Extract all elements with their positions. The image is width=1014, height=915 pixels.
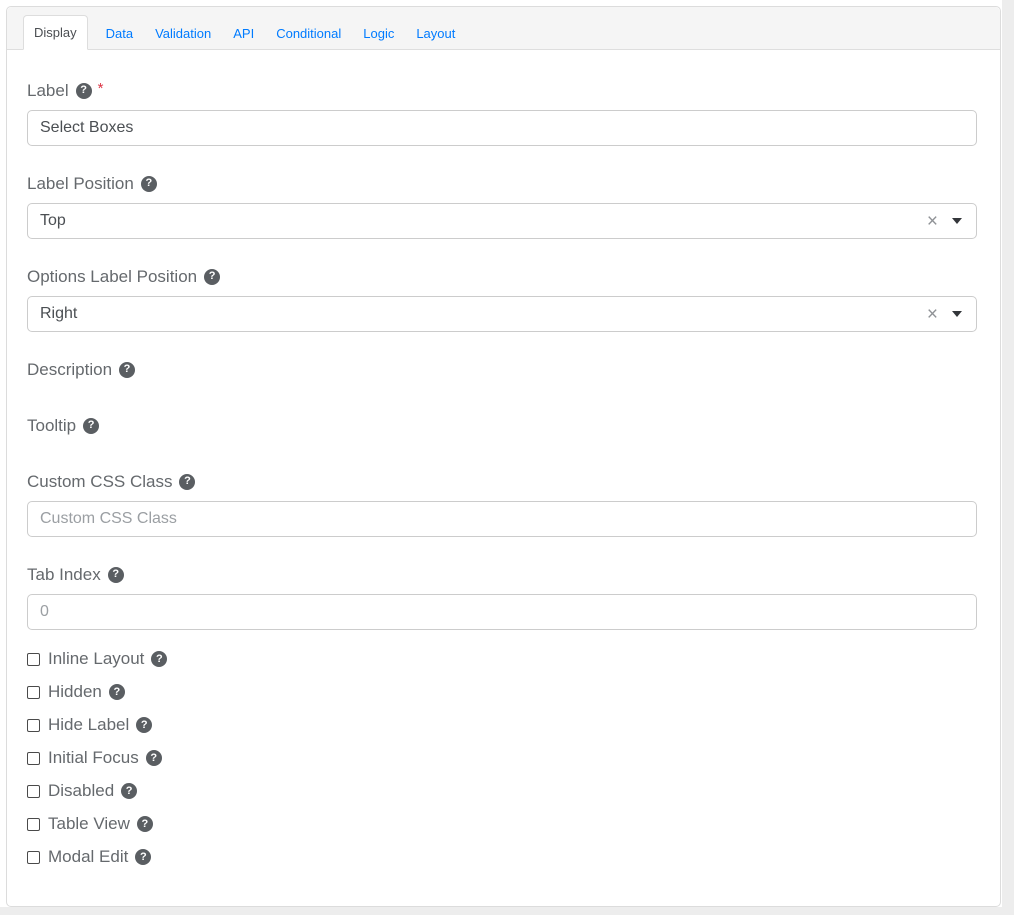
tab-index-label: Tab Index ? bbox=[27, 565, 977, 584]
help-icon[interactable]: ? bbox=[146, 750, 162, 766]
label-position-selected-value: Top bbox=[40, 212, 927, 230]
tab-conditional[interactable]: Conditional bbox=[265, 17, 352, 50]
clear-selection-icon[interactable]: × bbox=[927, 305, 938, 324]
tab-display[interactable]: Display bbox=[23, 15, 88, 50]
options-label-position-label-text: Options Label Position bbox=[27, 267, 197, 286]
options-label-position-selected-value: Right bbox=[40, 305, 927, 323]
disabled-label: Disabled ? bbox=[48, 781, 137, 801]
description-label: Description ? bbox=[27, 360, 977, 379]
tab-logic-label[interactable]: Logic bbox=[352, 17, 405, 50]
tooltip-label: Tooltip ? bbox=[27, 416, 977, 435]
tab-layout[interactable]: Layout bbox=[405, 17, 466, 50]
initial-focus-label-text: Initial Focus bbox=[48, 748, 139, 768]
table-view-label-text: Table View bbox=[48, 814, 130, 834]
checkbox-row-disabled: Disabled ? bbox=[27, 781, 977, 801]
field-group-label: Label ? * bbox=[27, 81, 977, 146]
field-group-custom-css-class: Custom CSS Class ? bbox=[27, 472, 977, 537]
help-icon[interactable]: ? bbox=[137, 816, 153, 832]
help-icon[interactable]: ? bbox=[109, 684, 125, 700]
disabled-checkbox[interactable] bbox=[27, 785, 40, 798]
hidden-checkbox[interactable] bbox=[27, 686, 40, 699]
tab-conditional-label[interactable]: Conditional bbox=[265, 17, 352, 50]
tab-data-label[interactable]: Data bbox=[95, 17, 144, 50]
field-group-options-label-position: Options Label Position ? Right × bbox=[27, 267, 977, 332]
tab-logic[interactable]: Logic bbox=[352, 17, 405, 50]
help-icon[interactable]: ? bbox=[121, 783, 137, 799]
checkbox-row-hidden: Hidden ? bbox=[27, 682, 977, 702]
help-icon[interactable]: ? bbox=[135, 849, 151, 865]
options-label-position-select[interactable]: Right × bbox=[27, 296, 977, 332]
help-icon[interactable]: ? bbox=[108, 567, 124, 583]
custom-css-class-label: Custom CSS Class ? bbox=[27, 472, 977, 491]
modal-edit-label-text: Modal Edit bbox=[48, 847, 128, 867]
help-icon[interactable]: ? bbox=[141, 176, 157, 192]
label-position-label: Label Position ? bbox=[27, 174, 977, 193]
inline-layout-checkbox[interactable] bbox=[27, 653, 40, 666]
inline-layout-label-text: Inline Layout bbox=[48, 649, 144, 669]
tab-index-label-text: Tab Index bbox=[27, 565, 101, 584]
clear-selection-icon[interactable]: × bbox=[927, 212, 938, 231]
table-view-label: Table View ? bbox=[48, 814, 153, 834]
label-input[interactable] bbox=[27, 110, 977, 146]
help-icon[interactable]: ? bbox=[151, 651, 167, 667]
table-view-checkbox[interactable] bbox=[27, 818, 40, 831]
custom-css-class-input[interactable] bbox=[27, 501, 977, 537]
help-icon[interactable]: ? bbox=[83, 418, 99, 434]
tab-display-label[interactable]: Display bbox=[23, 15, 88, 50]
field-group-description: Description ? bbox=[27, 360, 977, 379]
inline-layout-label: Inline Layout ? bbox=[48, 649, 167, 669]
disabled-label-text: Disabled bbox=[48, 781, 114, 801]
tab-validation-label[interactable]: Validation bbox=[144, 17, 222, 50]
tooltip-label-text: Tooltip bbox=[27, 416, 76, 435]
checkbox-row-table-view: Table View ? bbox=[27, 814, 977, 834]
caret-down-icon[interactable] bbox=[952, 311, 962, 317]
checkbox-row-initial-focus: Initial Focus ? bbox=[27, 748, 977, 768]
tab-data[interactable]: Data bbox=[95, 17, 144, 50]
tab-layout-label[interactable]: Layout bbox=[405, 17, 466, 50]
field-group-label-position: Label Position ? Top × bbox=[27, 174, 977, 239]
tab-api-label[interactable]: API bbox=[222, 17, 265, 50]
tab-bar: Display Data Validation API Conditional … bbox=[7, 7, 1000, 50]
field-group-tooltip: Tooltip ? bbox=[27, 416, 977, 435]
checkbox-row-inline-layout: Inline Layout ? bbox=[27, 649, 977, 669]
tab-api[interactable]: API bbox=[222, 17, 265, 50]
required-asterisk: * bbox=[98, 83, 104, 95]
checkbox-row-modal-edit: Modal Edit ? bbox=[27, 847, 977, 867]
hidden-label-text: Hidden bbox=[48, 682, 102, 702]
tab-list: Display Data Validation API Conditional … bbox=[23, 15, 466, 50]
tab-index-input[interactable] bbox=[27, 594, 977, 630]
description-label-text: Description bbox=[27, 360, 112, 379]
checkbox-row-hide-label: Hide Label ? bbox=[27, 715, 977, 735]
display-tab-panel: Label ? * Label Position ? Top × Options… bbox=[7, 50, 1000, 867]
help-icon[interactable]: ? bbox=[76, 83, 92, 99]
help-icon[interactable]: ? bbox=[119, 362, 135, 378]
initial-focus-label: Initial Focus ? bbox=[48, 748, 162, 768]
options-label-position-label: Options Label Position ? bbox=[27, 267, 977, 286]
component-settings-card: Display Data Validation API Conditional … bbox=[6, 6, 1001, 907]
hide-label-label-text: Hide Label bbox=[48, 715, 129, 735]
tab-validation[interactable]: Validation bbox=[144, 17, 222, 50]
hidden-label: Hidden ? bbox=[48, 682, 125, 702]
label-field-label: Label ? * bbox=[27, 81, 977, 100]
modal-edit-checkbox[interactable] bbox=[27, 851, 40, 864]
help-icon[interactable]: ? bbox=[136, 717, 152, 733]
label-position-label-text: Label Position bbox=[27, 174, 134, 193]
initial-focus-checkbox[interactable] bbox=[27, 752, 40, 765]
label-field-label-text: Label bbox=[27, 81, 69, 100]
field-group-tab-index: Tab Index ? bbox=[27, 565, 977, 630]
custom-css-class-label-text: Custom CSS Class bbox=[27, 472, 172, 491]
hide-label-label: Hide Label ? bbox=[48, 715, 152, 735]
modal-edit-label: Modal Edit ? bbox=[48, 847, 151, 867]
help-icon[interactable]: ? bbox=[204, 269, 220, 285]
help-icon[interactable]: ? bbox=[179, 474, 195, 490]
hide-label-checkbox[interactable] bbox=[27, 719, 40, 732]
caret-down-icon[interactable] bbox=[952, 218, 962, 224]
label-position-select[interactable]: Top × bbox=[27, 203, 977, 239]
